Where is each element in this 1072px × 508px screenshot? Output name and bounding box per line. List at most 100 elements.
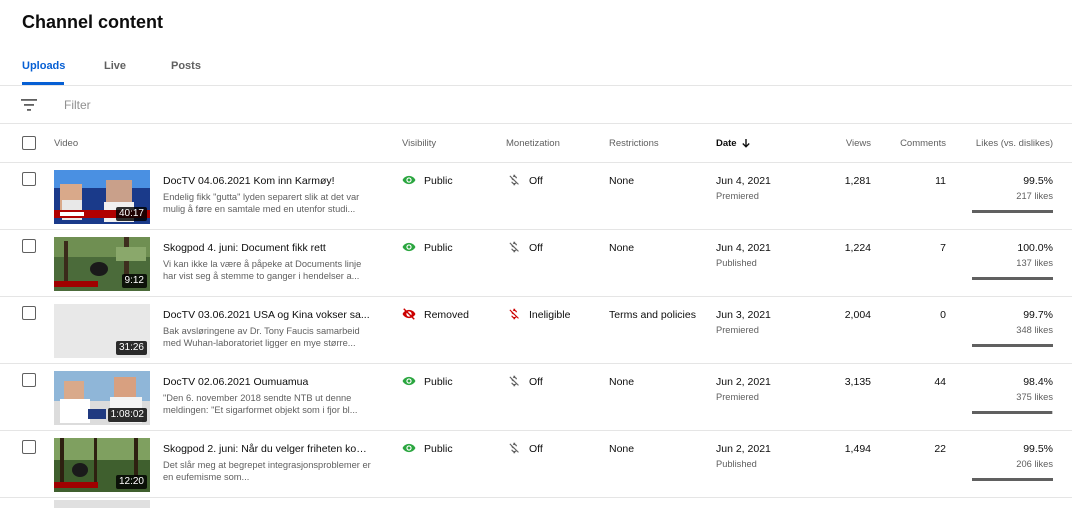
row-checkbox[interactable] [22, 239, 36, 253]
restrictions-cell: None [609, 242, 635, 254]
likes-ratio-fill [972, 344, 1053, 347]
monetization-label: Off [529, 443, 543, 455]
table-header: Video Visibility Monetization Restrictio… [0, 124, 1072, 163]
column-header-visibility[interactable]: Visibility [402, 138, 436, 149]
likes-percentage: 99.5% [1023, 175, 1053, 187]
next-row-thumbnail-partial [54, 500, 150, 508]
views-count: 3,135 [844, 376, 871, 388]
video-title[interactable]: DocTV 04.06.2021 Kom inn Karmøy! [163, 175, 373, 187]
restrictions-cell[interactable]: Terms and policies [609, 309, 696, 321]
likes-percentage: 98.4% [1023, 376, 1053, 388]
likes-count: 375 likes [1016, 392, 1053, 402]
filter-icon[interactable] [20, 98, 38, 112]
date-status: Published [716, 258, 757, 268]
visibility-label: Removed [424, 309, 469, 321]
comments-count: 22 [934, 443, 946, 455]
row-checkbox[interactable] [22, 172, 36, 186]
date-status: Premiered [716, 191, 759, 201]
likes-count: 206 likes [1016, 459, 1053, 469]
video-duration: 9:12 [121, 274, 147, 288]
date-value: Jun 2, 2021 [716, 443, 771, 455]
views-count: 1,281 [844, 175, 871, 187]
monetization-label: Off [529, 175, 543, 187]
content-tabs: Uploads Live Posts [0, 50, 1072, 86]
monetization-label: Off [529, 242, 543, 254]
monetization-label: Off [529, 376, 543, 388]
likes-ratio-bar [972, 478, 1053, 481]
row-checkbox[interactable] [22, 306, 36, 320]
video-description: Endelig fikk "gutta" lyden separert slik… [163, 192, 360, 214]
video-description: "Den 6. november 2018 sendte NTB ut denn… [163, 393, 358, 415]
video-thumbnail[interactable]: 9:12 [54, 237, 150, 291]
video-description: Bak avsløringene av Dr. Tony Faucis sama… [163, 326, 360, 348]
video-thumbnail[interactable]: 40:17 [54, 170, 150, 224]
table-row[interactable]: 1:08:02 DocTV 02.06.2021 Oumuamua "Den 6… [0, 364, 1072, 431]
column-header-monetization[interactable]: Monetization [506, 138, 560, 149]
row-checkbox[interactable] [22, 373, 36, 387]
date-value: Jun 3, 2021 [716, 309, 771, 321]
tab-live[interactable]: Live [104, 60, 126, 72]
likes-ratio-fill [972, 411, 1052, 414]
video-thumbnail[interactable]: 31:26 [54, 304, 150, 358]
date-value: Jun 2, 2021 [716, 376, 771, 388]
date-status: Published [716, 459, 757, 469]
visibility-label: Public [424, 376, 453, 388]
date-value: Jun 4, 2021 [716, 242, 771, 254]
likes-count: 348 likes [1016, 325, 1053, 335]
comments-count: 11 [935, 175, 946, 187]
monetization-label: Ineligible [529, 309, 571, 321]
comments-count: 7 [940, 242, 946, 254]
comments-count: 44 [934, 376, 946, 388]
views-count: 2,004 [844, 309, 871, 321]
column-header-views[interactable]: Views [846, 138, 871, 149]
video-title[interactable]: DocTV 02.06.2021 Oumuamua [163, 376, 373, 388]
select-all-checkbox[interactable] [22, 136, 36, 150]
likes-ratio-bar [972, 411, 1053, 414]
table-row[interactable]: 40:17 DocTV 04.06.2021 Kom inn Karmøy! E… [0, 163, 1072, 230]
views-count: 1,224 [844, 242, 871, 254]
tab-uploads[interactable]: Uploads [22, 60, 65, 72]
likes-percentage: 99.7% [1023, 309, 1053, 321]
video-title[interactable]: Skogpod 2. juni: Når du velger friheten … [163, 443, 373, 455]
video-title[interactable]: DocTV 03.06.2021 USA og Kina vokser sa..… [163, 309, 373, 321]
row-checkbox[interactable] [22, 440, 36, 454]
restrictions-cell: None [609, 376, 635, 388]
date-value: Jun 4, 2021 [716, 175, 771, 187]
likes-count: 137 likes [1016, 258, 1053, 268]
column-header-date-label: Date [716, 138, 737, 149]
likes-ratio-fill [972, 478, 1053, 481]
views-count: 1,494 [844, 443, 871, 455]
table-row[interactable]: 31:26 DocTV 03.06.2021 USA og Kina vokse… [0, 297, 1072, 364]
filter-bar [0, 86, 1072, 124]
restrictions-cell: None [609, 443, 635, 455]
column-header-date[interactable]: Date [716, 138, 750, 149]
video-duration: 40:17 [115, 207, 147, 221]
video-title[interactable]: Skogpod 4. juni: Document fikk rett [163, 242, 373, 254]
video-thumbnail[interactable]: 1:08:02 [54, 371, 150, 425]
visibility-label: Public [424, 443, 453, 455]
likes-percentage: 99.5% [1023, 443, 1053, 455]
likes-ratio-bar [972, 277, 1053, 280]
likes-ratio-fill [972, 210, 1053, 213]
table-row[interactable]: 12:20 Skogpod 2. juni: Når du velger fri… [0, 431, 1072, 498]
column-header-restrictions[interactable]: Restrictions [609, 138, 659, 149]
column-header-video: Video [54, 138, 79, 149]
video-thumbnail[interactable]: 12:20 [54, 438, 150, 492]
tab-posts[interactable]: Posts [171, 60, 201, 72]
visibility-label: Public [424, 175, 453, 187]
column-header-comments[interactable]: Comments [900, 138, 946, 149]
likes-ratio-bar [972, 210, 1053, 213]
video-duration: 1:08:02 [107, 408, 147, 422]
video-description: Vi kan ikke la være å påpeke at Document… [163, 259, 362, 281]
video-description: Det slår meg at begrepet integrasjonspro… [163, 460, 371, 482]
table-row[interactable]: 9:12 Skogpod 4. juni: Document fikk rett… [0, 230, 1072, 297]
date-status: Premiered [716, 392, 759, 402]
likes-ratio-bar [972, 344, 1053, 347]
likes-count: 217 likes [1016, 191, 1053, 201]
likes-percentage: 100.0% [1017, 242, 1053, 254]
filter-input[interactable] [64, 97, 364, 113]
active-tab-indicator [22, 82, 64, 85]
video-duration: 12:20 [115, 475, 147, 489]
comments-count: 0 [940, 309, 946, 321]
column-header-likes[interactable]: Likes (vs. dislikes) [976, 138, 1053, 149]
